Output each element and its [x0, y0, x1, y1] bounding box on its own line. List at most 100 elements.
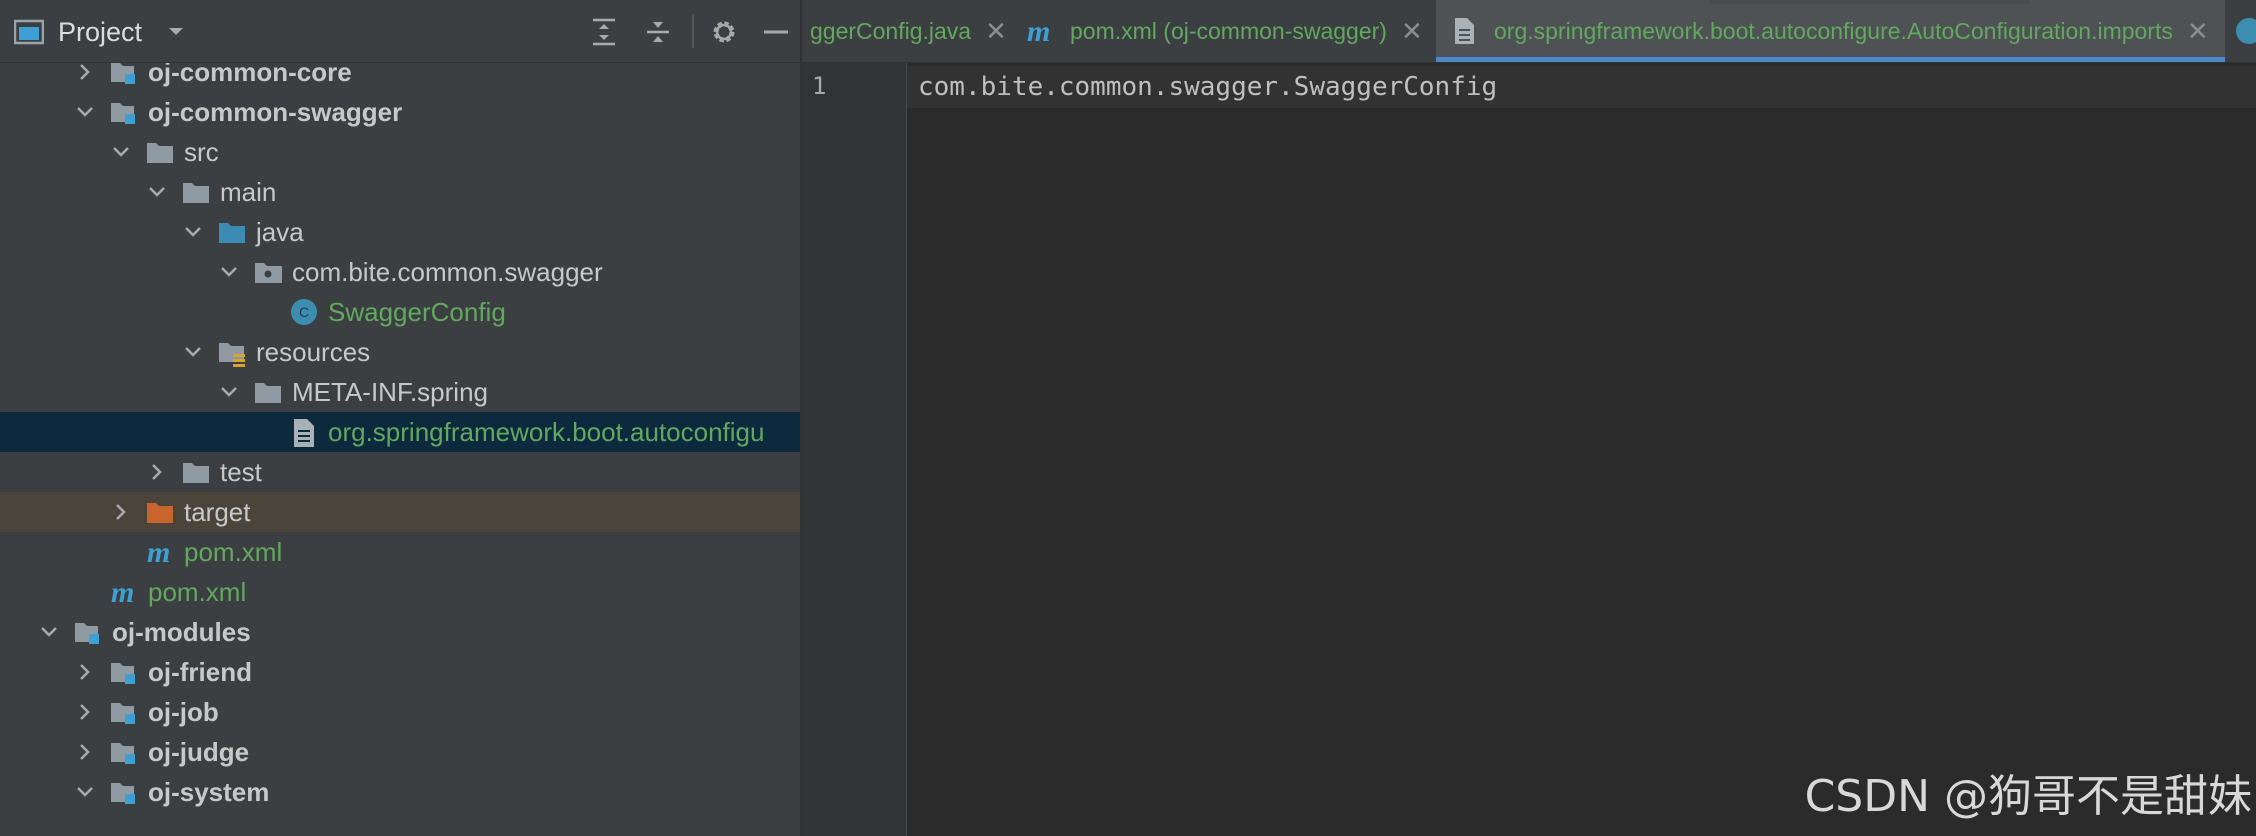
toolbar-divider	[692, 14, 694, 48]
maven-icon: m	[111, 576, 134, 608]
chevron-down-icon[interactable]	[74, 101, 96, 123]
project-window-icon	[14, 19, 44, 45]
chevron-down-icon[interactable]	[182, 221, 204, 243]
active-tab-indicator	[1436, 57, 2225, 62]
excluded-folder-icon	[147, 503, 173, 523]
minimize-icon[interactable]	[762, 18, 790, 46]
java-class-icon: C	[291, 299, 317, 325]
chevron-down-icon[interactable]	[218, 261, 240, 283]
close-icon[interactable]: ✕	[985, 16, 1007, 47]
gear-icon[interactable]	[710, 18, 738, 46]
tree-row-pom-common[interactable]: m pom.xml	[0, 572, 800, 612]
module-folder-icon	[111, 743, 135, 764]
chevron-down-icon[interactable]	[74, 781, 96, 803]
tab-label: org.springframework.boot.autoconfigure.A…	[1494, 17, 2173, 44]
chevron-down-icon[interactable]	[182, 341, 204, 363]
project-panel-title: Project	[58, 16, 143, 47]
tree-row-main[interactable]: main	[0, 172, 800, 212]
tree-label: pom.xml	[148, 576, 247, 607]
resources-folder-icon	[219, 343, 245, 367]
source-folder-icon	[219, 223, 245, 243]
chevron-right-icon[interactable]	[74, 701, 96, 723]
tree-label: main	[220, 176, 277, 207]
tree-row-imports-file[interactable]: org.springframework.boot.autoconfigu	[0, 412, 800, 452]
tree-label: target	[184, 496, 251, 527]
tree-row-oj-judge[interactable]: oj-judge	[0, 732, 800, 772]
chevron-right-icon[interactable]	[110, 501, 132, 523]
tab-swaggerconfig-java[interactable]: ggerConfig.java ✕	[810, 0, 1007, 62]
code-line[interactable]: com.bite.common.swagger.SwaggerConfig	[918, 72, 1497, 102]
tree-row-test[interactable]: test	[0, 452, 800, 492]
editor-tab-bar: ggerConfig.java ✕ m pom.xml (oj-common-s…	[802, 0, 2256, 63]
close-icon[interactable]: ✕	[1401, 16, 1423, 47]
folder-icon	[183, 463, 209, 483]
tree-row-java[interactable]: java	[0, 212, 800, 252]
svg-text:m: m	[111, 576, 134, 608]
tab-label: pom.xml (oj-common-swagger)	[1070, 17, 1387, 44]
tree-label: oj-job	[148, 696, 219, 727]
tree-label: oj-judge	[148, 736, 250, 767]
chevron-right-icon[interactable]	[74, 741, 96, 763]
maven-icon: m	[1027, 15, 1050, 47]
module-folder-icon	[111, 103, 135, 124]
folder-icon	[183, 183, 209, 203]
chevron-down-icon[interactable]	[38, 621, 60, 643]
dropdown-arrow-icon[interactable]	[166, 25, 186, 39]
tree-label: java	[256, 216, 304, 247]
tree-row-oj-job[interactable]: oj-job	[0, 692, 800, 732]
chevron-right-icon[interactable]	[74, 661, 96, 683]
tree-label: oj-common-swagger	[148, 96, 403, 127]
tree-row-target[interactable]: target	[0, 492, 800, 532]
project-tool-window: oj-common oj-common-core oj-common-swagg…	[0, 0, 800, 836]
text-file-icon	[1455, 18, 1474, 44]
maven-icon: m	[147, 536, 170, 568]
tree-label: META-INF.spring	[292, 376, 488, 407]
package-icon	[255, 263, 282, 283]
close-icon[interactable]: ✕	[2187, 16, 2209, 47]
tree-row-src[interactable]: src	[0, 132, 800, 172]
tree-row-meta-inf[interactable]: META-INF.spring	[0, 372, 800, 412]
tab-label: ggerConfig.java	[810, 17, 972, 44]
collapse-all-icon[interactable]	[644, 18, 672, 46]
tree-row-oj-system[interactable]: oj-system	[0, 772, 800, 812]
tree-row-swaggerconfig[interactable]: C SwaggerConfig	[0, 292, 800, 332]
text-file-icon	[294, 419, 314, 447]
folder-icon	[255, 383, 281, 403]
tab-autoconfiguration-imports[interactable]: org.springframework.boot.autoconfigure.A…	[1436, 0, 2225, 62]
tab-pom-xml[interactable]: m pom.xml (oj-common-swagger) ✕	[1026, 0, 1423, 62]
tree-row-oj-common-swagger[interactable]: oj-common-swagger	[0, 92, 800, 132]
project-view-selector[interactable]: Project	[14, 14, 186, 50]
editor-gutter	[802, 63, 907, 836]
chevron-right-icon[interactable]	[74, 61, 96, 83]
svg-text:m: m	[147, 536, 170, 568]
svg-text:m: m	[1027, 15, 1050, 47]
tree-label: oj-modules	[112, 616, 251, 647]
tree-row-pom-swagger[interactable]: m pom.xml	[0, 532, 800, 572]
tree-row-oj-friend[interactable]: oj-friend	[0, 652, 800, 692]
tree-label: SwaggerConfig	[328, 296, 506, 327]
tree-label: pom.xml	[184, 536, 283, 567]
chevron-right-icon[interactable]	[146, 461, 168, 483]
chevron-down-icon[interactable]	[110, 141, 132, 163]
project-panel-header: Project	[0, 0, 800, 63]
expand-all-icon[interactable]	[590, 18, 618, 46]
svg-text:C: C	[299, 304, 309, 320]
tree-label: src	[184, 136, 219, 167]
folder-icon	[147, 143, 173, 163]
module-folder-icon	[111, 663, 135, 684]
tree-label: oj-system	[148, 776, 270, 807]
watermark: CSDN @狗哥不是甜妹	[1804, 771, 2252, 822]
line-number: 1	[812, 72, 827, 100]
tree-label: com.bite.common.swagger	[292, 256, 603, 287]
module-folder-icon	[111, 783, 135, 804]
window-top-strip	[1710, 0, 2030, 4]
chevron-down-icon[interactable]	[146, 181, 168, 203]
tree-row-oj-modules[interactable]: oj-modules	[0, 612, 800, 652]
tree-row-package[interactable]: com.bite.common.swagger	[0, 252, 800, 292]
tree-label: resources	[256, 336, 371, 367]
module-folder-icon	[75, 623, 99, 644]
java-class-icon[interactable]	[2234, 16, 2256, 46]
tree-row-resources[interactable]: resources	[0, 332, 800, 372]
module-folder-icon	[111, 63, 135, 84]
chevron-down-icon[interactable]	[218, 381, 240, 403]
